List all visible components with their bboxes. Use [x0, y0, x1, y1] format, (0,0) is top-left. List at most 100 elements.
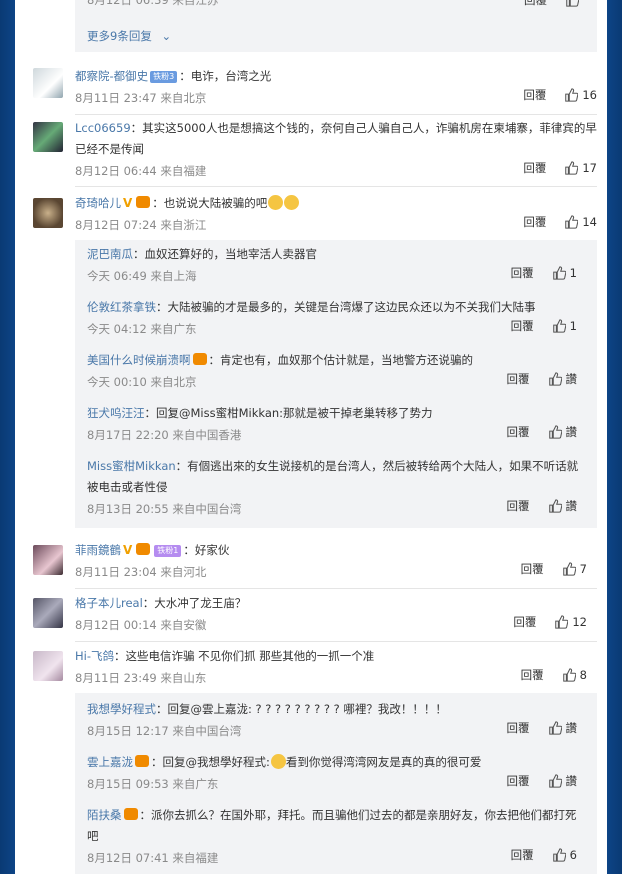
reply-meta: 8月12日 06:39 来自江苏	[87, 0, 219, 7]
comment-actions: 回覆 12	[513, 614, 587, 630]
reply-actions: 回覆 讚	[507, 371, 578, 387]
comment-item: 奇琦哈儿 V ：也说说大陆被骗的吧 8月12日 07:24 来自浙江 回覆 14	[75, 193, 597, 235]
avatar[interactable]	[33, 545, 63, 575]
like-button[interactable]: 7	[562, 562, 587, 576]
more-replies-link[interactable]: 更多9条回复 ⌄	[87, 28, 171, 44]
reply-button[interactable]: 回覆	[521, 561, 544, 577]
comment-item: 都察院-都御史 铁粉3 ：电诈，台湾之光 8月11日 23:47 来自北京 回覆 16	[75, 66, 597, 108]
comment-author[interactable]: 奇琦哈儿	[75, 196, 121, 210]
comment-meta: 8月12日 00:14 来自安徽	[75, 618, 207, 632]
reply-button[interactable]: 回覆	[513, 614, 536, 630]
reply-button[interactable]: 回覆	[511, 847, 534, 863]
reply-meta: 8月12日 07:41 来自福建	[87, 851, 219, 865]
reply-actions: 回覆 6	[511, 847, 577, 863]
reply-author[interactable]: 陌扶桑	[87, 808, 122, 822]
reply-button[interactable]: 回覆	[523, 214, 546, 230]
like-button[interactable]: 讚	[548, 424, 577, 440]
like-count: 1	[569, 319, 577, 333]
thumbs-up-icon	[565, 88, 579, 102]
like-button[interactable]: 讚	[548, 371, 577, 387]
reply-button[interactable]: 回覆	[507, 424, 530, 440]
comment-item: Hi-飞鸽：这些电信诈骗 不见你们抓 那些其他的一抓一个准 8月11日 23:4…	[75, 646, 597, 688]
like-count: 讚	[565, 721, 578, 735]
like-button[interactable]: 12	[554, 615, 587, 629]
reply-actions: 回覆	[524, 0, 579, 8]
like-button[interactable]: 17	[564, 161, 597, 175]
thumbs-up-icon	[552, 848, 566, 862]
thumbs-up-icon	[548, 721, 562, 735]
comment-actions: 回覆 14	[523, 214, 597, 230]
like-button[interactable]: 讚	[548, 498, 578, 514]
like-button[interactable]: 讚	[548, 773, 577, 789]
reply-button[interactable]: 回覆	[507, 773, 530, 789]
reply-item: 陌扶桑 ：派你去抓么？在国外耶，拜托。而且骗他们过去的都是亲朋好友，你去把他们都打…	[87, 805, 583, 868]
thumbs-up-icon	[555, 615, 569, 629]
divider	[75, 588, 597, 589]
reply-text: ：回复@Miss蜜柑Mikkan:那就是被干掉老巢转移了势力	[144, 406, 433, 420]
like-count: 7	[579, 562, 587, 576]
emoji-icon	[270, 754, 286, 769]
reply-author[interactable]: 伦敦红茶拿铁	[87, 300, 156, 314]
reply-item: Miss蜜柑Mikkan：有個逃出來的女生说接机的是台湾人，然后被转给两个大陆人…	[87, 456, 583, 519]
reply-item: 泥巴南瓜：血奴还算好的，当地宰活人卖器官 今天 06:49 来自上海 回覆 1	[87, 244, 583, 286]
like-button[interactable]: 16	[564, 88, 597, 102]
reply-author[interactable]: 我想學好程式	[87, 702, 156, 716]
like-button[interactable]: 6	[552, 848, 577, 862]
like-count: 讚	[565, 499, 578, 513]
reply-actions: 回覆 1	[511, 318, 577, 334]
reply-block: 泥巴南瓜：血奴还算好的，当地宰活人卖器官 今天 06:49 来自上海 回覆 1 伦…	[75, 240, 597, 528]
avatar[interactable]	[33, 68, 63, 98]
emoji-icon	[268, 195, 284, 210]
reply-meta: 8月15日 09:53 来自广东	[87, 777, 219, 791]
like-button[interactable]: 1	[552, 266, 577, 280]
reply-author[interactable]: 狂犬呜汪汪	[87, 406, 145, 420]
thumbs-up-icon	[548, 372, 562, 386]
reply-button[interactable]: 回覆	[507, 371, 530, 387]
reply-button[interactable]: 回覆	[507, 498, 530, 514]
divider	[75, 641, 597, 642]
more-replies-label: 更多9条回复	[87, 29, 152, 43]
comment-author[interactable]: Lcc06659	[75, 121, 131, 135]
thumbs-up-icon	[566, 0, 579, 7]
reply-author[interactable]: 雲上嘉泷	[87, 755, 133, 769]
comment-author[interactable]: 都察院-都御史	[75, 69, 148, 83]
thumbs-up-icon	[562, 562, 576, 576]
reply-button[interactable]: 回覆	[521, 667, 544, 683]
like-button[interactable]	[565, 0, 579, 7]
reply-button[interactable]: 回覆	[523, 160, 546, 176]
reply-text: ：派你去抓么？在国外耶，拜托。而且骗他们过去的都是亲朋好友，你去把他们都打死吧	[87, 808, 577, 843]
reply-item: 美国什么时候崩溃啊 ：肯定也有，血奴那个估计就是，当地警方还说骗的 今天 00:1…	[87, 350, 583, 392]
reply-meta: 8月17日 22:20 来自中国香港	[87, 428, 242, 442]
avatar[interactable]	[33, 122, 63, 152]
reply-block-top: 8月12日 06:39 来自江苏 回覆	[75, 0, 597, 52]
comment-author[interactable]: 格子本儿real	[75, 596, 143, 610]
like-button[interactable]: 讚	[548, 720, 578, 736]
reply-text: ：肯定也有，血奴那个估计就是，当地警方还说骗的	[208, 353, 474, 367]
comment-actions: 回覆 17	[523, 160, 597, 176]
reply-text: ：大陆被骗的才是最多的，关键是台湾爆了这边民众还以为不关我们大陆事	[156, 300, 536, 314]
reply-button[interactable]: 回覆	[511, 318, 534, 334]
like-button[interactable]: 14	[564, 215, 597, 229]
like-button[interactable]: 8	[562, 668, 587, 682]
reply-author[interactable]: 泥巴南瓜	[87, 247, 133, 261]
avatar[interactable]	[33, 651, 63, 681]
avatar[interactable]	[33, 598, 63, 628]
comment-author[interactable]: 菲雨鏡鶴	[75, 543, 121, 557]
reply-actions: 回覆 讚	[507, 773, 578, 789]
reply-author[interactable]: Miss蜜柑Mikkan	[87, 459, 176, 473]
comment-panel: 8月12日 06:39 来自江苏 回覆 更多9条回复 ⌄ 都察院-都御史 铁粉3：…	[15, 0, 607, 874]
comment-actions: 回覆 8	[521, 667, 587, 683]
reply-button[interactable]: 回覆	[511, 265, 534, 281]
comment-meta: 8月12日 07:24 来自浙江	[75, 218, 207, 232]
reply-button[interactable]: 回覆	[507, 720, 530, 736]
reply-author[interactable]: 美国什么时候崩溃啊	[87, 353, 191, 367]
reply-actions: 回覆 讚	[507, 498, 578, 514]
like-count: 14	[582, 215, 597, 229]
reply-meta: 今天 00:10 来自北京	[87, 375, 197, 389]
comment-author[interactable]: Hi-飞鸽	[75, 649, 114, 663]
avatar[interactable]	[33, 198, 63, 228]
like-button[interactable]: 1	[552, 319, 577, 333]
like-count: 1	[569, 266, 577, 280]
reply-button[interactable]: 回覆	[523, 87, 546, 103]
reply-button[interactable]: 回覆	[524, 0, 547, 8]
